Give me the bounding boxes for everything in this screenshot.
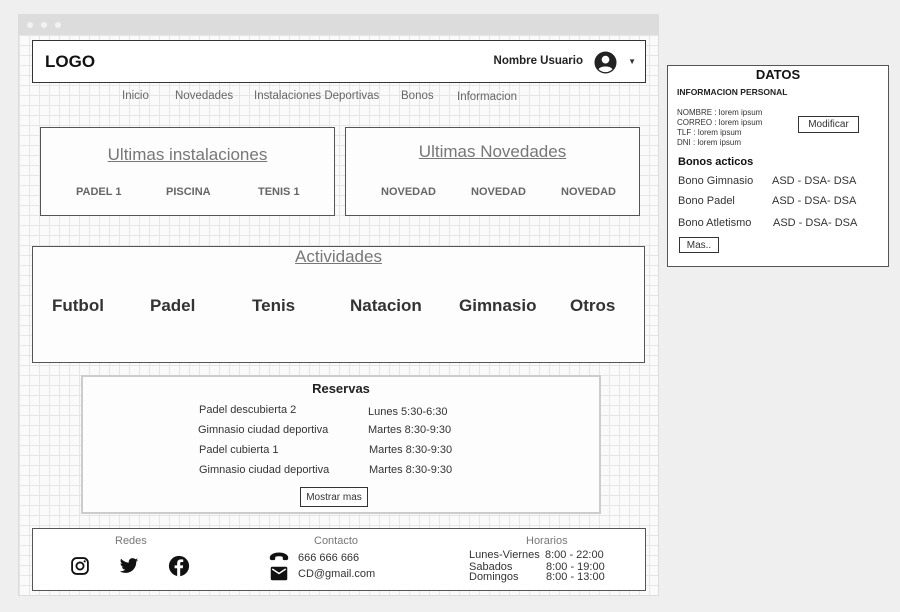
actividad-futbol[interactable]: Futbol xyxy=(52,296,104,316)
site-footer: Redes Contacto 666 666 666 CD@gmail.com … xyxy=(32,528,646,591)
username[interactable]: Nombre Usuario xyxy=(494,55,583,67)
datos-field-correo: CORREO : lorem ipsum xyxy=(677,118,763,127)
mas-button[interactable]: Mas.. xyxy=(679,237,719,253)
nav-instalaciones[interactable]: Instalaciones Deportivas xyxy=(254,90,379,102)
instalacion-item[interactable]: TENIS 1 xyxy=(258,186,300,198)
instagram-icon[interactable] xyxy=(70,556,90,576)
instalacion-item[interactable]: PISCINA xyxy=(166,186,211,198)
horarios-title: Horarios xyxy=(526,535,568,547)
bono-name: Bono Atletismo xyxy=(678,217,752,229)
novedad-item[interactable]: NOVEDAD xyxy=(381,186,436,198)
reserva-time: Martes 8:30-9:30 xyxy=(369,444,453,456)
instalacion-item[interactable]: PADEL 1 xyxy=(76,186,121,198)
actividad-natacion[interactable]: Natacion xyxy=(350,296,422,316)
horario-hours: 8:00 - 22:00 xyxy=(545,549,604,561)
actividades-title[interactable]: Actividades xyxy=(33,247,644,267)
nav-informacion[interactable]: Informacion xyxy=(457,91,517,103)
datos-field-dni: DNI : lorem ipsum xyxy=(677,138,742,147)
caret-down-icon[interactable]: ▼ xyxy=(628,57,636,66)
datos-field-nombre: NOMBRE : lorem ipsum xyxy=(677,108,763,117)
horario-hours: 8:00 - 13:00 xyxy=(546,571,605,583)
datos-field-tlf: TLF : lorem ipsum xyxy=(677,128,742,137)
reserva-place: Gimnasio ciudad deportiva xyxy=(198,424,329,436)
actividad-tenis[interactable]: Tenis xyxy=(252,296,295,316)
reservas-title: Reservas xyxy=(312,381,370,396)
phone-icon xyxy=(269,552,289,561)
actividades-panel: Actividades Futbol Padel Tenis Natacion … xyxy=(32,246,645,363)
redes-title: Redes xyxy=(115,535,147,547)
reservas-panel: Reservas Padel descubierta 2 Lunes 5:30-… xyxy=(81,375,601,514)
email-address[interactable]: CD@gmail.com xyxy=(298,569,375,580)
reserva-time: Martes 8:30-9:30 xyxy=(368,424,452,436)
reserva-time: Martes 8:30-9:30 xyxy=(369,464,453,476)
bonos-title: Bonos acticos xyxy=(678,156,754,168)
nav-inicio[interactable]: Inicio xyxy=(122,90,149,102)
reserva-time: Lunes 5:30-6:30 xyxy=(368,406,448,418)
novedad-item[interactable]: NOVEDAD xyxy=(471,186,526,198)
bono-value: ASD - DSA- DSA xyxy=(772,195,857,207)
mostrar-mas-button[interactable]: Mostrar mas xyxy=(300,487,368,507)
instalaciones-title[interactable]: Ultimas instalaciones xyxy=(41,145,334,165)
novedades-title[interactable]: Ultimas Novedades xyxy=(346,142,639,162)
phone-number[interactable]: 666 666 666 xyxy=(298,553,359,564)
reserva-place: Gimnasio ciudad deportiva xyxy=(199,464,330,476)
actividad-gimnasio[interactable]: Gimnasio xyxy=(459,296,536,316)
horario-days: Domingos xyxy=(469,571,519,583)
window-dot-icon xyxy=(41,22,47,28)
window-dot-icon xyxy=(27,22,33,28)
window-dot-icon xyxy=(55,22,61,28)
instalaciones-panel: Ultimas instalaciones PADEL 1 PISCINA TE… xyxy=(40,127,335,216)
logo[interactable]: LOGO xyxy=(45,52,95,72)
novedades-panel: Ultimas Novedades NOVEDAD NOVEDAD NOVEDA… xyxy=(345,127,640,216)
window-titlebar xyxy=(19,15,658,35)
bono-name: Bono Gimnasio xyxy=(678,175,754,187)
bono-value: ASD - DSA- DSA xyxy=(772,175,857,187)
horario-days: Lunes-Viernes xyxy=(469,549,540,561)
twitter-icon[interactable] xyxy=(118,556,140,576)
reserva-place: Padel descubierta 2 xyxy=(199,404,297,416)
email-icon xyxy=(270,566,288,581)
bono-value: ASD - DSA- DSA xyxy=(773,217,858,229)
browser-window: LOGO Nombre Usuario ▼ Inicio Novedades I… xyxy=(18,14,659,596)
modificar-button[interactable]: Modificar xyxy=(798,116,859,133)
contacto-title: Contacto xyxy=(314,535,359,547)
reserva-place: Padel cubierta 1 xyxy=(199,444,279,456)
datos-title: DATOS xyxy=(755,67,801,82)
datos-subtitle: INFORMACION PERSONAL xyxy=(677,87,788,97)
site-header: LOGO Nombre Usuario ▼ xyxy=(32,40,646,83)
actividad-padel[interactable]: Padel xyxy=(150,296,195,316)
actividad-otros[interactable]: Otros xyxy=(570,296,615,316)
facebook-icon[interactable] xyxy=(168,555,190,577)
nav-bonos[interactable]: Bonos xyxy=(401,90,434,102)
novedad-item[interactable]: NOVEDAD xyxy=(561,186,616,198)
datos-panel: DATOS INFORMACION PERSONAL NOMBRE : lore… xyxy=(667,65,889,267)
bono-name: Bono Padel xyxy=(678,195,735,207)
user-circle-icon[interactable] xyxy=(594,51,617,74)
nav-novedades[interactable]: Novedades xyxy=(175,90,233,102)
